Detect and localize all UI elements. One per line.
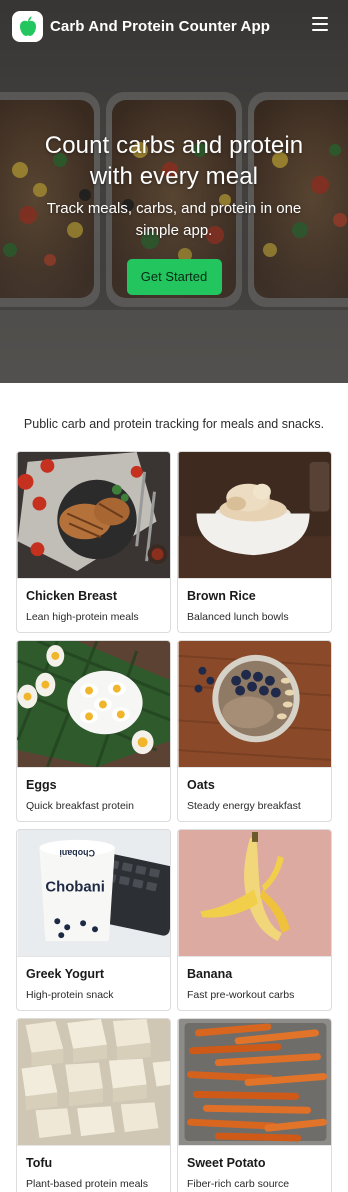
food-card-chicken-breast[interactable]: Chicken Breast Lean high-protein meals <box>16 451 171 633</box>
hero-section: Carb And Protein Counter App Count carbs… <box>0 0 348 383</box>
get-started-button[interactable]: Get Started <box>126 259 222 295</box>
chicken-breast-image <box>17 452 170 579</box>
food-description: High-protein snack <box>26 989 114 1001</box>
food-name: Oats <box>187 778 215 792</box>
food-card-eggs[interactable]: Eggs Quick breakfast protein <box>16 640 171 822</box>
app-title[interactable]: Carb And Protein Counter App <box>50 18 270 35</box>
food-card-banana[interactable]: Banana Fast pre-workout carbs <box>177 829 332 1011</box>
food-description: Lean high-protein meals <box>26 611 139 623</box>
food-description: Plant-based protein meals <box>26 1178 148 1190</box>
hamburger-menu-icon[interactable] <box>312 17 328 31</box>
greek-yogurt-image: Chobani Chobani <box>17 830 170 957</box>
food-card-greek-yogurt[interactable]: Chobani Chobani Greek Yogurt High-protei… <box>16 829 171 1011</box>
sweet-potato-image <box>178 1019 331 1146</box>
tagline: Public carb and protein tracking for mea… <box>23 417 325 431</box>
app-logo[interactable] <box>12 10 43 42</box>
tofu-image <box>17 1019 170 1146</box>
hero-content: Count carbs and protein with every meal … <box>0 130 348 295</box>
food-description: Balanced lunch bowls <box>187 611 289 623</box>
hero-title: Count carbs and protein with every meal <box>44 132 304 190</box>
food-name: Brown Rice <box>187 589 256 603</box>
food-description: Quick breakfast protein <box>26 800 134 812</box>
food-card-brown-rice[interactable]: Brown Rice Balanced lunch bowls <box>177 451 332 633</box>
food-description: Fiber-rich carb source <box>187 1178 290 1190</box>
food-name: Greek Yogurt <box>26 967 105 981</box>
food-name: Chicken Breast <box>26 589 118 603</box>
eggs-image <box>17 641 170 768</box>
food-grid: Chicken Breast Lean high-protein meals B… <box>16 451 332 1192</box>
food-card-tofu[interactable]: Tofu Plant-based protein meals <box>16 1018 171 1192</box>
top-navbar: Carb And Protein Counter App <box>0 0 348 52</box>
food-name: Sweet Potato <box>187 1156 266 1170</box>
food-description: Steady energy breakfast <box>187 800 301 812</box>
food-name: Banana <box>187 967 233 981</box>
oats-image <box>178 641 331 768</box>
yogurt-brand-flipped: Chobani <box>59 848 95 858</box>
food-card-sweet-potato[interactable]: Sweet Potato Fiber-rich carb source <box>177 1018 332 1192</box>
banana-image <box>178 830 331 957</box>
apple-icon <box>19 16 36 36</box>
yogurt-brand: Chobani <box>45 880 105 896</box>
brown-rice-image <box>178 452 331 579</box>
food-description: Fast pre-workout carbs <box>187 989 295 1001</box>
hero-subtitle: Track meals, carbs, and protein in one s… <box>46 200 302 239</box>
food-name: Eggs <box>26 778 57 792</box>
food-card-oats[interactable]: Oats Steady energy breakfast <box>177 640 332 822</box>
food-name: Tofu <box>26 1156 53 1170</box>
